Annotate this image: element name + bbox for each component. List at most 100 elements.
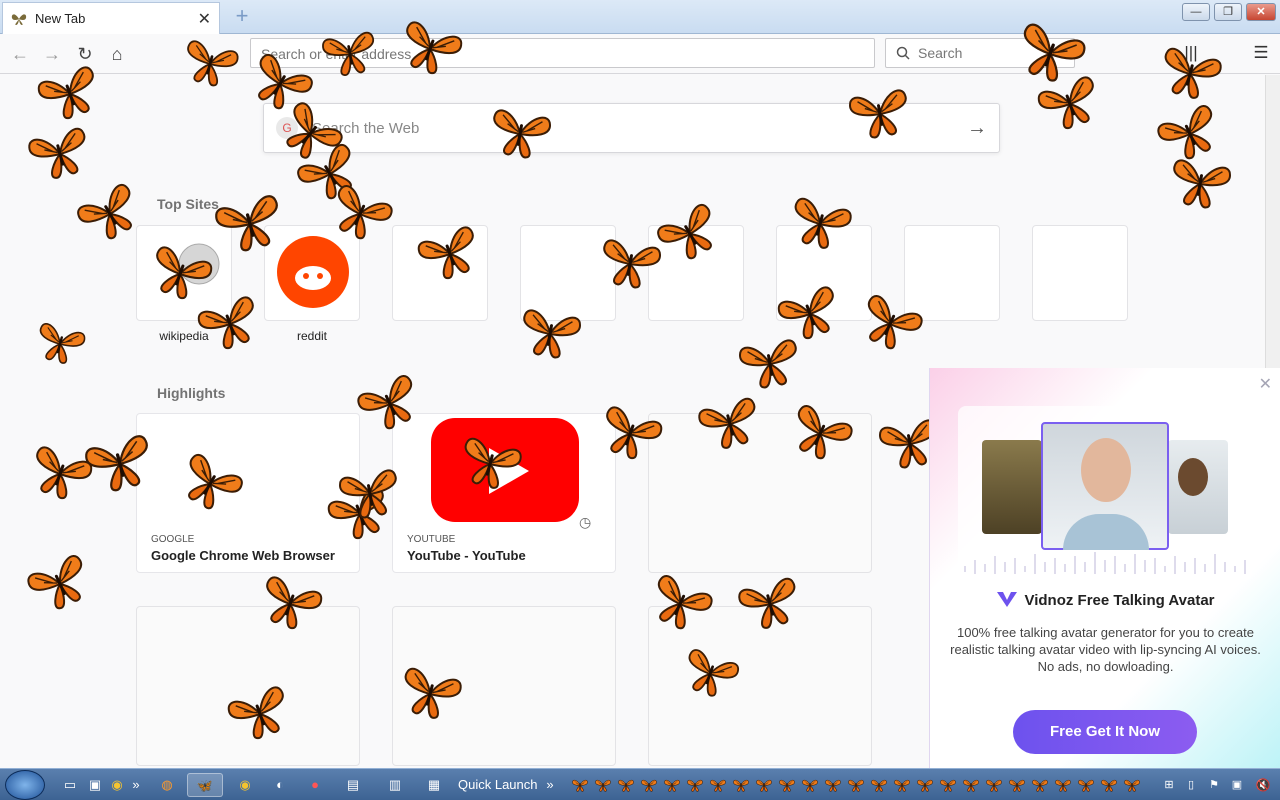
window-close-button[interactable]: ✕ [1246, 3, 1276, 21]
mona-lisa-avatar-image [982, 440, 1042, 534]
butterfly-tray-icon [963, 779, 979, 792]
ad-brand-name: Vidnoz Free Talking Avatar [1024, 592, 1215, 609]
history-clock-icon: ◷ [579, 514, 592, 530]
highlight-card-google[interactable]: GOOGLE Google Chrome Web Browser [136, 413, 360, 573]
firefox-icon[interactable]: ◍ [152, 773, 182, 797]
top-site-empty[interactable] [392, 225, 488, 321]
top-site-wikipedia[interactable] [136, 225, 232, 321]
vidnoz-ad-popup: ✕ Vidnoz Free Talking Avatar 100% free t… [929, 368, 1280, 768]
back-arrow-icon[interactable]: ← [8, 42, 32, 66]
reload-icon[interactable]: ↻ [73, 42, 97, 66]
tab-strip: New Tab ✕ + — ❐ ✕ [0, 0, 1280, 34]
highlight-host: GOOGLE [151, 534, 195, 545]
windows-taskbar: ▭ ▣ ◉ » ◍ 🦋 ◉ ◐ ● ▤ ▥ ▦ Quick Launch » ⊞… [0, 768, 1280, 800]
restore-button[interactable]: ❐ [1214, 3, 1242, 21]
butterfly-favicon-icon [11, 13, 27, 25]
highlight-host: YOUTUBE [407, 534, 456, 545]
butterfly-tray-icon [710, 779, 726, 792]
web-search-box[interactable]: G Search the Web → [263, 103, 1000, 153]
butterfly-tray-icon [595, 779, 611, 792]
minimize-button[interactable]: — [1182, 3, 1210, 21]
highlight-empty [648, 606, 872, 766]
butterfly-tray-icon [940, 779, 956, 792]
record-icon[interactable]: ● [300, 773, 330, 797]
new-tab-button[interactable]: + [230, 4, 254, 28]
volume-muted-icon[interactable]: 🔇 [1252, 773, 1274, 797]
top-site-label: reddit [296, 329, 328, 343]
ad-description: 100% free talking avatar generator for y… [950, 625, 1261, 674]
web-search-placeholder: Search the Web [312, 119, 420, 137]
chrome-taskbar-icon[interactable]: ◉ [230, 773, 260, 797]
highlight-card-youtube[interactable]: ◷ YOUTUBE YouTube - YouTube [392, 413, 616, 573]
ad-brand-row: Vidnoz Free Talking Avatar [930, 590, 1280, 609]
highlight-empty [392, 606, 616, 766]
windows-flag-icon[interactable]: ⊞ [1160, 773, 1178, 797]
butterfly-app-icon[interactable]: 🦋 [187, 773, 223, 797]
top-site-reddit[interactable] [264, 225, 360, 321]
search-bar[interactable]: Search [885, 38, 1075, 68]
library-icon[interactable]: ||| [1180, 42, 1202, 64]
quick-launch-chevron[interactable]: » [126, 773, 146, 797]
highlights-title: Highlights [157, 385, 226, 401]
butterfly-tray-icon [1101, 779, 1117, 792]
search-icon [896, 46, 910, 60]
forward-arrow-icon[interactable]: → [40, 42, 64, 66]
search-go-arrow-icon[interactable]: → [967, 117, 987, 140]
media-icon[interactable]: ▦ [416, 773, 452, 797]
home-icon[interactable]: ⌂ [105, 42, 129, 66]
top-site-empty[interactable] [648, 225, 744, 321]
butterfly-tray-icon [664, 779, 680, 792]
butterfly-tray-icon [756, 779, 772, 792]
tab-new-tab[interactable]: New Tab ✕ [2, 2, 220, 34]
start-button[interactable] [5, 770, 45, 800]
app-icon[interactable]: ◐ [265, 773, 295, 797]
navigation-toolbar: ← → ↻ ⌂ Search or enter address Search |… [0, 34, 1280, 74]
butterfly-tray-icon [825, 779, 841, 792]
quick-launch-chevron-2[interactable]: » [540, 773, 560, 797]
highlight-empty [136, 606, 360, 766]
highlight-empty [648, 413, 872, 573]
vidnoz-logo-icon [997, 592, 1018, 607]
butterfly-tray-icon [894, 779, 910, 792]
man-avatar-image [1168, 440, 1228, 534]
document-icon[interactable]: ▥ [377, 773, 413, 797]
top-site-label: wikipedia [159, 329, 209, 343]
url-placeholder: Search or enter address [261, 46, 412, 62]
url-bar[interactable]: Search or enter address [250, 38, 875, 68]
butterfly-tray-icon [779, 779, 795, 792]
file-icon[interactable]: ▯ [1182, 773, 1200, 797]
butterfly-tray-icon [1078, 779, 1094, 792]
window-icon[interactable]: ▤ [335, 773, 371, 797]
butterfly-tray-icon [1009, 779, 1025, 792]
highlight-title: YouTube - YouTube [407, 548, 526, 563]
butterfly-tray-icon [1124, 779, 1140, 792]
butterfly-tray-icon [1032, 779, 1048, 792]
network-icon[interactable]: ▣ [1228, 773, 1246, 797]
butterfly-tray-icon [733, 779, 749, 792]
quick-launch-label: Quick Launch [458, 777, 538, 792]
butterfly-tray-icon [1055, 779, 1071, 792]
top-site-empty[interactable] [520, 225, 616, 321]
butterfly-tray-strip [572, 778, 1152, 794]
butterfly-tray-icon [618, 779, 634, 792]
butterfly-tray-icon [641, 779, 657, 792]
woman-avatar-image [1041, 422, 1169, 550]
menu-icon[interactable]: ☰ [1250, 42, 1272, 64]
highlight-title: Google Chrome Web Browser [151, 548, 335, 563]
reddit-logo-icon [277, 236, 349, 308]
butterfly-tray-icon [986, 779, 1002, 792]
audio-waveform-icon [964, 552, 1246, 574]
youtube-logo-icon [431, 418, 579, 522]
butterfly-tray-icon [802, 779, 818, 792]
ad-close-icon[interactable]: ✕ [1259, 374, 1272, 394]
butterfly-tray-icon [848, 779, 864, 792]
free-get-it-now-button[interactable]: Free Get It Now [1013, 710, 1197, 754]
tab-close-icon[interactable]: ✕ [198, 9, 211, 29]
top-site-empty[interactable] [904, 225, 1000, 321]
top-sites-title: Top Sites [157, 196, 219, 212]
action-center-flag-icon[interactable]: ⚑ [1205, 773, 1223, 797]
butterfly-tray-icon [687, 779, 703, 792]
top-site-empty[interactable] [776, 225, 872, 321]
wikipedia-globe-icon [178, 243, 220, 285]
top-site-empty[interactable] [1032, 225, 1128, 321]
